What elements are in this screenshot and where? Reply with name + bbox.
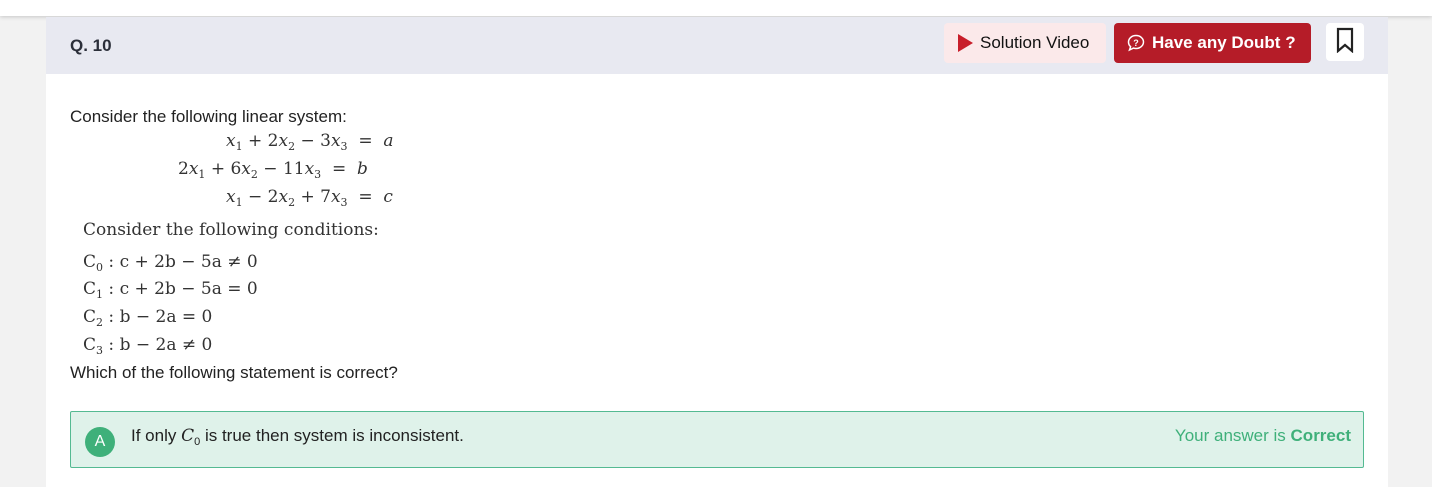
condition-c0: C0 : c + 2b − 5a ≠ 0 — [83, 252, 258, 274]
have-doubt-label: Have any Doubt ? — [1152, 33, 1296, 52]
option-a[interactable]: A If only C0 is true then system is inco… — [70, 411, 1364, 468]
play-icon — [958, 34, 973, 52]
chat-question-icon: ? — [1126, 33, 1146, 53]
question-header: Q. 10 Solution Video ? Have any Doubt ? — [46, 17, 1388, 74]
question-prompt: Which of the following statement is corr… — [70, 363, 398, 382]
solution-video-button[interactable]: Solution Video — [944, 23, 1106, 63]
svg-text:?: ? — [1133, 38, 1139, 48]
question-number: Q. 10 — [70, 36, 112, 55]
top-bar — [0, 0, 1432, 16]
answer-status: Your answer is Correct — [1174, 426, 1351, 445]
conditions-heading: Consider the following conditions: — [83, 220, 379, 240]
equation-2: 2x1 + 6x2 − 11x3 = b — [178, 159, 368, 181]
equation-1: x1 + 2x2 − 3x3 = a — [226, 131, 394, 153]
equation-3: x1 − 2x2 + 7x3 = c — [226, 187, 393, 209]
question-card: Q. 10 Solution Video ? Have any Doubt ? … — [46, 17, 1388, 487]
solution-video-label: Solution Video — [980, 33, 1090, 52]
question-intro: Consider the following linear system: — [70, 107, 347, 126]
option-letter-badge: A — [85, 427, 115, 457]
bookmark-icon — [1336, 27, 1354, 58]
have-doubt-button[interactable]: ? Have any Doubt ? — [1114, 23, 1311, 63]
condition-c3: C3 : b − 2a ≠ 0 — [83, 335, 213, 357]
bookmark-button[interactable] — [1326, 23, 1364, 61]
option-text: If only C0 is true then system is incons… — [131, 426, 464, 448]
condition-c1: C1 : c + 2b − 5a = 0 — [83, 279, 258, 301]
condition-c2: C2 : b − 2a = 0 — [83, 307, 213, 329]
